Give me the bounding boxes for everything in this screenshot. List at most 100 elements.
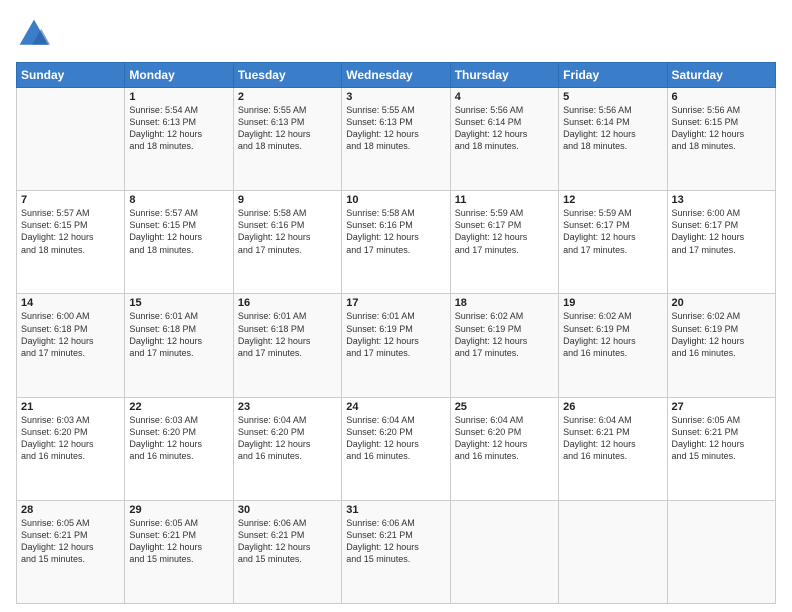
day-number: 1 bbox=[129, 91, 228, 103]
day-number: 17 bbox=[346, 297, 445, 309]
weekday-header-sunday: Sunday bbox=[17, 63, 125, 88]
day-number: 26 bbox=[563, 401, 662, 413]
calendar-cell: 3Sunrise: 5:55 AM Sunset: 6:13 PM Daylig… bbox=[342, 88, 450, 191]
weekday-header-thursday: Thursday bbox=[450, 63, 558, 88]
calendar-cell bbox=[667, 500, 775, 603]
day-number: 21 bbox=[21, 401, 120, 413]
day-number: 14 bbox=[21, 297, 120, 309]
day-number: 18 bbox=[455, 297, 554, 309]
calendar-cell: 21Sunrise: 6:03 AM Sunset: 6:20 PM Dayli… bbox=[17, 397, 125, 500]
calendar-cell: 7Sunrise: 5:57 AM Sunset: 6:15 PM Daylig… bbox=[17, 191, 125, 294]
header bbox=[16, 16, 776, 52]
day-info: Sunrise: 5:54 AM Sunset: 6:13 PM Dayligh… bbox=[129, 104, 228, 153]
day-number: 7 bbox=[21, 194, 120, 206]
calendar-cell: 16Sunrise: 6:01 AM Sunset: 6:18 PM Dayli… bbox=[233, 294, 341, 397]
calendar-cell: 13Sunrise: 6:00 AM Sunset: 6:17 PM Dayli… bbox=[667, 191, 775, 294]
calendar-cell: 22Sunrise: 6:03 AM Sunset: 6:20 PM Dayli… bbox=[125, 397, 233, 500]
calendar-table: SundayMondayTuesdayWednesdayThursdayFrid… bbox=[16, 62, 776, 604]
day-number: 22 bbox=[129, 401, 228, 413]
day-info: Sunrise: 6:02 AM Sunset: 6:19 PM Dayligh… bbox=[672, 310, 771, 359]
weekday-header-monday: Monday bbox=[125, 63, 233, 88]
calendar-cell bbox=[450, 500, 558, 603]
weekday-header-friday: Friday bbox=[559, 63, 667, 88]
calendar-cell bbox=[17, 88, 125, 191]
day-number: 27 bbox=[672, 401, 771, 413]
calendar-cell: 5Sunrise: 5:56 AM Sunset: 6:14 PM Daylig… bbox=[559, 88, 667, 191]
weekday-header-wednesday: Wednesday bbox=[342, 63, 450, 88]
day-info: Sunrise: 5:55 AM Sunset: 6:13 PM Dayligh… bbox=[346, 104, 445, 153]
calendar-cell: 8Sunrise: 5:57 AM Sunset: 6:15 PM Daylig… bbox=[125, 191, 233, 294]
day-number: 23 bbox=[238, 401, 337, 413]
calendar-cell bbox=[559, 500, 667, 603]
day-info: Sunrise: 6:01 AM Sunset: 6:19 PM Dayligh… bbox=[346, 310, 445, 359]
logo bbox=[16, 16, 56, 52]
day-info: Sunrise: 5:59 AM Sunset: 6:17 PM Dayligh… bbox=[455, 207, 554, 256]
day-info: Sunrise: 5:59 AM Sunset: 6:17 PM Dayligh… bbox=[563, 207, 662, 256]
day-info: Sunrise: 5:57 AM Sunset: 6:15 PM Dayligh… bbox=[129, 207, 228, 256]
calendar-week-row: 1Sunrise: 5:54 AM Sunset: 6:13 PM Daylig… bbox=[17, 88, 776, 191]
day-number: 16 bbox=[238, 297, 337, 309]
calendar-cell: 26Sunrise: 6:04 AM Sunset: 6:21 PM Dayli… bbox=[559, 397, 667, 500]
day-number: 31 bbox=[346, 504, 445, 516]
day-info: Sunrise: 5:56 AM Sunset: 6:14 PM Dayligh… bbox=[563, 104, 662, 153]
calendar-cell: 1Sunrise: 5:54 AM Sunset: 6:13 PM Daylig… bbox=[125, 88, 233, 191]
calendar-week-row: 14Sunrise: 6:00 AM Sunset: 6:18 PM Dayli… bbox=[17, 294, 776, 397]
day-info: Sunrise: 6:03 AM Sunset: 6:20 PM Dayligh… bbox=[21, 414, 120, 463]
calendar-cell: 6Sunrise: 5:56 AM Sunset: 6:15 PM Daylig… bbox=[667, 88, 775, 191]
day-info: Sunrise: 5:57 AM Sunset: 6:15 PM Dayligh… bbox=[21, 207, 120, 256]
calendar-cell: 18Sunrise: 6:02 AM Sunset: 6:19 PM Dayli… bbox=[450, 294, 558, 397]
weekday-header-tuesday: Tuesday bbox=[233, 63, 341, 88]
day-info: Sunrise: 6:05 AM Sunset: 6:21 PM Dayligh… bbox=[129, 517, 228, 566]
day-number: 29 bbox=[129, 504, 228, 516]
day-number: 30 bbox=[238, 504, 337, 516]
day-number: 2 bbox=[238, 91, 337, 103]
day-number: 25 bbox=[455, 401, 554, 413]
day-number: 4 bbox=[455, 91, 554, 103]
calendar-cell: 12Sunrise: 5:59 AM Sunset: 6:17 PM Dayli… bbox=[559, 191, 667, 294]
day-info: Sunrise: 5:56 AM Sunset: 6:14 PM Dayligh… bbox=[455, 104, 554, 153]
calendar-cell: 10Sunrise: 5:58 AM Sunset: 6:16 PM Dayli… bbox=[342, 191, 450, 294]
day-number: 19 bbox=[563, 297, 662, 309]
calendar-cell: 11Sunrise: 5:59 AM Sunset: 6:17 PM Dayli… bbox=[450, 191, 558, 294]
calendar-week-row: 21Sunrise: 6:03 AM Sunset: 6:20 PM Dayli… bbox=[17, 397, 776, 500]
calendar-cell: 19Sunrise: 6:02 AM Sunset: 6:19 PM Dayli… bbox=[559, 294, 667, 397]
weekday-header-row: SundayMondayTuesdayWednesdayThursdayFrid… bbox=[17, 63, 776, 88]
day-number: 11 bbox=[455, 194, 554, 206]
calendar-cell: 23Sunrise: 6:04 AM Sunset: 6:20 PM Dayli… bbox=[233, 397, 341, 500]
day-number: 10 bbox=[346, 194, 445, 206]
logo-icon bbox=[16, 16, 52, 52]
day-number: 13 bbox=[672, 194, 771, 206]
day-number: 15 bbox=[129, 297, 228, 309]
day-info: Sunrise: 6:06 AM Sunset: 6:21 PM Dayligh… bbox=[346, 517, 445, 566]
calendar-cell: 14Sunrise: 6:00 AM Sunset: 6:18 PM Dayli… bbox=[17, 294, 125, 397]
day-info: Sunrise: 6:01 AM Sunset: 6:18 PM Dayligh… bbox=[238, 310, 337, 359]
day-info: Sunrise: 6:06 AM Sunset: 6:21 PM Dayligh… bbox=[238, 517, 337, 566]
day-info: Sunrise: 6:01 AM Sunset: 6:18 PM Dayligh… bbox=[129, 310, 228, 359]
calendar-cell: 27Sunrise: 6:05 AM Sunset: 6:21 PM Dayli… bbox=[667, 397, 775, 500]
calendar-cell: 24Sunrise: 6:04 AM Sunset: 6:20 PM Dayli… bbox=[342, 397, 450, 500]
calendar-week-row: 7Sunrise: 5:57 AM Sunset: 6:15 PM Daylig… bbox=[17, 191, 776, 294]
day-info: Sunrise: 6:02 AM Sunset: 6:19 PM Dayligh… bbox=[563, 310, 662, 359]
day-info: Sunrise: 6:02 AM Sunset: 6:19 PM Dayligh… bbox=[455, 310, 554, 359]
calendar-cell: 25Sunrise: 6:04 AM Sunset: 6:20 PM Dayli… bbox=[450, 397, 558, 500]
day-number: 3 bbox=[346, 91, 445, 103]
calendar-cell: 2Sunrise: 5:55 AM Sunset: 6:13 PM Daylig… bbox=[233, 88, 341, 191]
day-info: Sunrise: 6:00 AM Sunset: 6:17 PM Dayligh… bbox=[672, 207, 771, 256]
day-info: Sunrise: 6:05 AM Sunset: 6:21 PM Dayligh… bbox=[672, 414, 771, 463]
weekday-header-saturday: Saturday bbox=[667, 63, 775, 88]
page: SundayMondayTuesdayWednesdayThursdayFrid… bbox=[0, 0, 792, 612]
calendar-cell: 31Sunrise: 6:06 AM Sunset: 6:21 PM Dayli… bbox=[342, 500, 450, 603]
day-number: 24 bbox=[346, 401, 445, 413]
calendar-cell: 17Sunrise: 6:01 AM Sunset: 6:19 PM Dayli… bbox=[342, 294, 450, 397]
day-info: Sunrise: 5:55 AM Sunset: 6:13 PM Dayligh… bbox=[238, 104, 337, 153]
day-info: Sunrise: 5:56 AM Sunset: 6:15 PM Dayligh… bbox=[672, 104, 771, 153]
day-info: Sunrise: 6:00 AM Sunset: 6:18 PM Dayligh… bbox=[21, 310, 120, 359]
calendar-cell: 20Sunrise: 6:02 AM Sunset: 6:19 PM Dayli… bbox=[667, 294, 775, 397]
day-number: 20 bbox=[672, 297, 771, 309]
calendar-cell: 9Sunrise: 5:58 AM Sunset: 6:16 PM Daylig… bbox=[233, 191, 341, 294]
day-info: Sunrise: 5:58 AM Sunset: 6:16 PM Dayligh… bbox=[346, 207, 445, 256]
day-number: 5 bbox=[563, 91, 662, 103]
day-info: Sunrise: 6:04 AM Sunset: 6:20 PM Dayligh… bbox=[455, 414, 554, 463]
day-number: 6 bbox=[672, 91, 771, 103]
day-info: Sunrise: 6:03 AM Sunset: 6:20 PM Dayligh… bbox=[129, 414, 228, 463]
